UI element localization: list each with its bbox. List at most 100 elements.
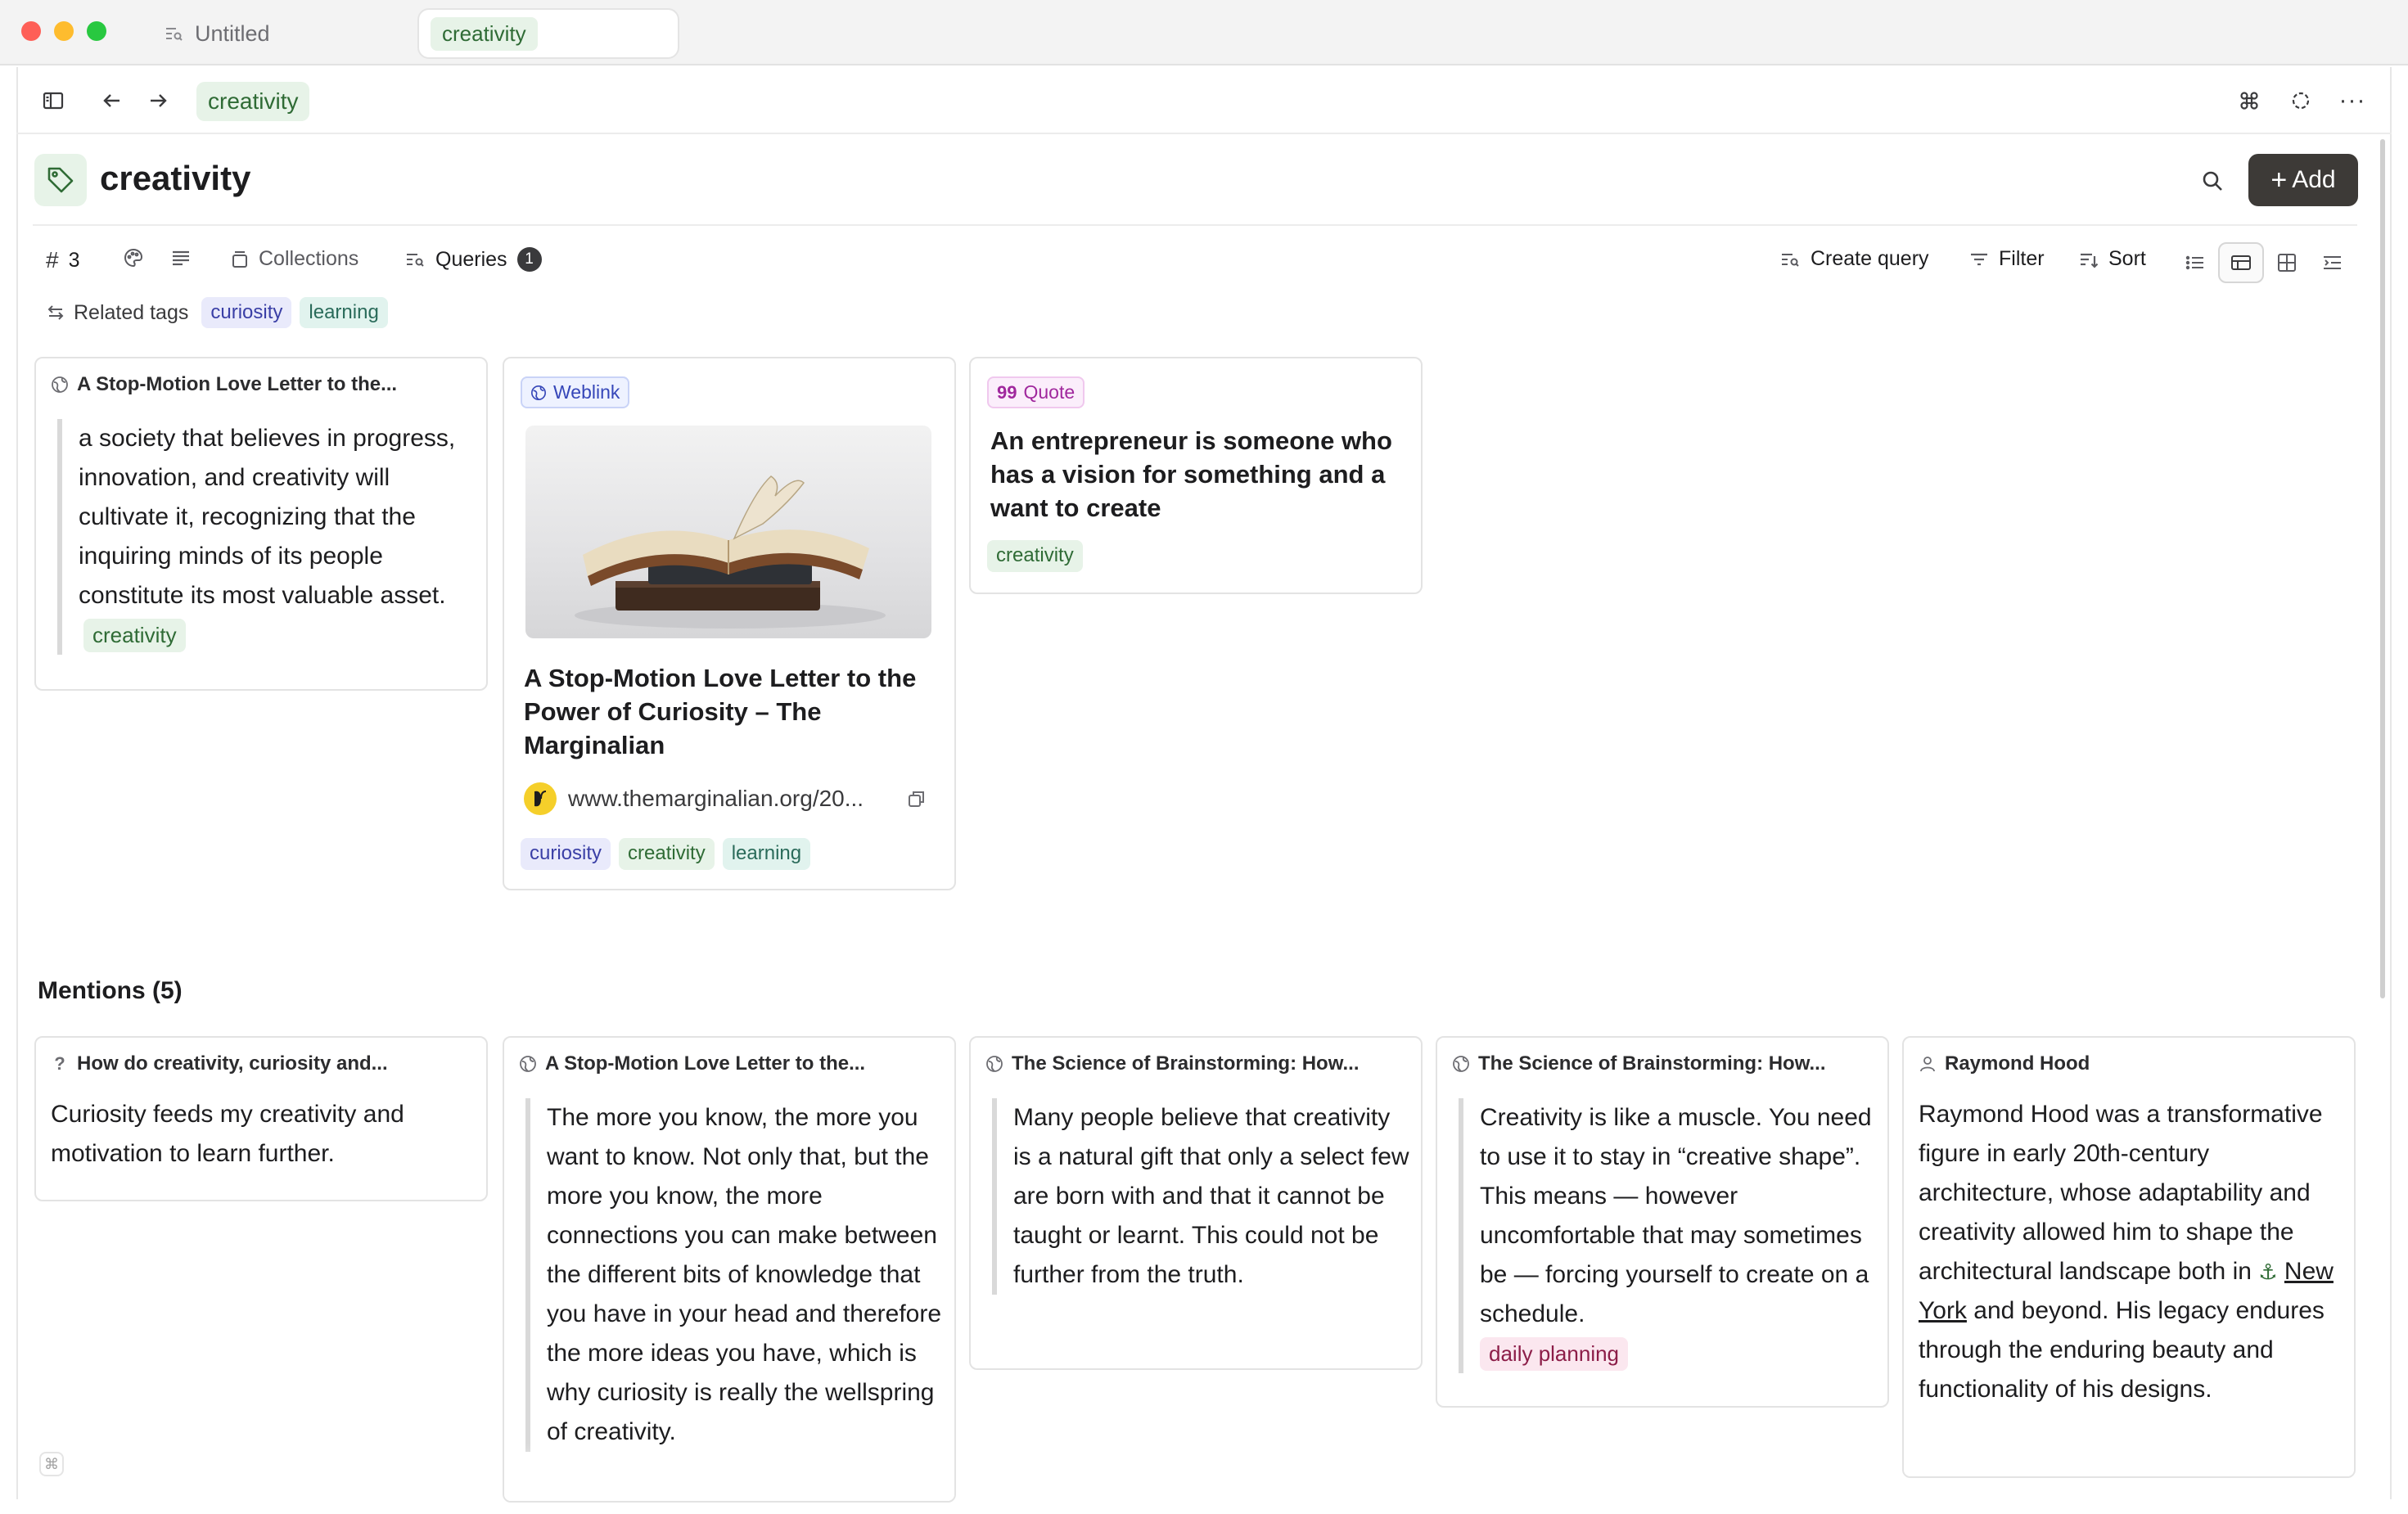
breadcrumb-tag[interactable]: creativity	[196, 82, 310, 121]
page-header: creativity + Add	[33, 152, 2358, 226]
mention-source: Raymond Hood	[1919, 1052, 2344, 1075]
mention-card-2[interactable]: A Stop-Motion Love Letter to the... The …	[503, 1036, 956, 1503]
list-view-button[interactable]	[2172, 242, 2218, 283]
create-query-label: Create query	[1811, 247, 1929, 270]
list-icon	[2185, 255, 2203, 270]
tab-creativity-label: creativity	[431, 16, 538, 51]
command-icon	[2240, 92, 2258, 110]
ellipsis-icon: ···	[2338, 87, 2366, 114]
related-tag-curiosity[interactable]: curiosity	[201, 296, 292, 329]
mention-source: ? How do creativity, curiosity and...	[51, 1052, 476, 1075]
mention-card-5[interactable]: Raymond Hood Raymond Hood was a transfor…	[1902, 1036, 2356, 1478]
arrow-right-icon	[151, 94, 167, 107]
sort-icon	[2081, 253, 2099, 268]
tag-icon	[34, 154, 87, 206]
sort-button[interactable]: Sort	[2079, 247, 2146, 271]
site-favicon	[524, 782, 557, 815]
mentions-heading: Mentions (5)	[38, 977, 183, 1004]
quote-type-chip: 99 Quote	[987, 376, 1085, 408]
quote-marks-icon: 99	[997, 381, 1017, 403]
command-button[interactable]	[2232, 83, 2266, 118]
collections-button[interactable]: Collections	[231, 247, 358, 271]
text-lines-icon	[173, 250, 189, 266]
mention-2-source-title: A Stop-Motion Love Letter to the...	[545, 1052, 866, 1075]
grid-view-button[interactable]	[2264, 242, 2310, 283]
mention-5-text-after: and beyond. His legacy endures through t…	[1919, 1297, 2325, 1403]
copy-link-icon[interactable]	[907, 789, 927, 809]
count-indicator[interactable]: # 3	[46, 247, 79, 273]
weblink-tag-creativity[interactable]: creativity	[619, 838, 715, 870]
mention-card-1[interactable]: ? How do creativity, curiosity and... Cu…	[34, 1036, 488, 1201]
fade-overlay	[1904, 1435, 2354, 1476]
queries-count-badge: 1	[516, 247, 542, 272]
close-window-button[interactable]	[21, 21, 41, 41]
sort-label: Sort	[2108, 247, 2146, 270]
related-tags-label: Related tags	[74, 300, 189, 324]
quote-type-label: Quote	[1023, 381, 1075, 403]
books-illustration	[575, 475, 886, 629]
tab-untitled[interactable]: Untitled	[164, 8, 270, 59]
quote-card[interactable]: 99 Quote An entrepreneur is someone who …	[969, 357, 1423, 594]
globe-icon	[531, 385, 546, 400]
highlight-tag[interactable]: creativity	[83, 619, 186, 653]
sidebar-toggle-button[interactable]	[36, 83, 70, 118]
text-view-button[interactable]	[170, 247, 192, 268]
swap-icon	[47, 305, 64, 320]
back-button[interactable]	[95, 83, 129, 118]
mention-card-3[interactable]: The Science of Brainstorming: How... Man…	[969, 1036, 1423, 1370]
mention-4-tag[interactable]: daily planning	[1480, 1337, 1629, 1372]
navigation-bar: creativity ···	[16, 67, 2392, 134]
tab-creativity[interactable]: creativity	[417, 8, 679, 59]
queries-button[interactable]: Queries 1	[404, 247, 542, 272]
mention-4-quote: Creativity is like a muscle. You need to…	[1459, 1098, 1878, 1373]
command-palette-icon[interactable]: ⌘	[39, 1452, 64, 1476]
create-query-button[interactable]: Create query	[1779, 247, 1929, 271]
mention-source: A Stop-Motion Love Letter to the...	[519, 1052, 945, 1075]
weblink-card[interactable]: Weblink A Stop-Motion Love Letter to the…	[503, 357, 956, 890]
highlight-quote-text: a society that believes in progress, inn…	[79, 425, 456, 609]
minimize-window-button[interactable]	[54, 21, 74, 41]
card-view-button[interactable]	[2218, 242, 2264, 283]
add-button[interactable]: + Add	[2248, 154, 2358, 206]
weblink-tag-learning[interactable]: learning	[722, 838, 811, 870]
fade-overlay	[504, 1444, 954, 1501]
query-icon	[166, 28, 183, 41]
weblink-title[interactable]: A Stop-Motion Love Letter to the Power o…	[524, 661, 941, 762]
mention-card-4[interactable]: The Science of Brainstorming: How... Cre…	[1436, 1036, 1889, 1408]
view-toolbar: # 3 Collections Queries 1 Create query F…	[33, 242, 2357, 283]
filter-icon	[1971, 253, 1987, 265]
weblink-tag-curiosity[interactable]: curiosity	[521, 838, 611, 870]
outline-view-button[interactable]	[2310, 242, 2356, 283]
add-button-label: Add	[2292, 166, 2336, 193]
sync-icon	[2292, 92, 2310, 110]
mention-3-source-title: The Science of Brainstorming: How...	[1012, 1052, 1360, 1075]
question-icon: ?	[54, 1053, 65, 1074]
search-button[interactable]	[2194, 162, 2231, 200]
place-icon: ⚓	[2258, 1259, 2278, 1284]
zoom-window-button[interactable]	[87, 21, 106, 41]
grid-icon	[2278, 254, 2296, 272]
scrollbar[interactable]	[2380, 139, 2385, 998]
highlight-quote: a society that believes in progress, inn…	[57, 419, 476, 655]
person-icon	[1920, 1057, 1935, 1072]
globe-icon	[1453, 1056, 1469, 1072]
palette-button[interactable]	[123, 247, 144, 268]
palette-icon	[124, 248, 143, 268]
globe-icon	[520, 1056, 536, 1072]
hash-icon: #	[46, 247, 59, 273]
weblink-type-chip: Weblink	[521, 376, 630, 408]
quote-tag-creativity[interactable]: creativity	[987, 540, 1083, 572]
mention-1-text: Curiosity feeds my creativity and motiva…	[51, 1101, 404, 1167]
related-tag-learning[interactable]: learning	[300, 296, 388, 329]
weblink-thumbnail[interactable]	[525, 426, 931, 638]
sync-button[interactable]	[2284, 83, 2318, 118]
related-tags-row: Related tags curiosity learning	[46, 295, 388, 331]
page-title: creativity	[100, 159, 251, 197]
filter-button[interactable]: Filter	[1969, 247, 2045, 271]
forward-button[interactable]	[141, 83, 175, 118]
mention-5-text-before: Raymond Hood was a transformative figure…	[1919, 1101, 2323, 1285]
weblink-url[interactable]: www.themarginalian.org/20...	[568, 786, 864, 812]
more-options-button[interactable]: ···	[2335, 83, 2370, 118]
queries-label: Queries	[435, 247, 507, 271]
highlight-card[interactable]: A Stop-Motion Love Letter to the... a so…	[34, 357, 488, 691]
